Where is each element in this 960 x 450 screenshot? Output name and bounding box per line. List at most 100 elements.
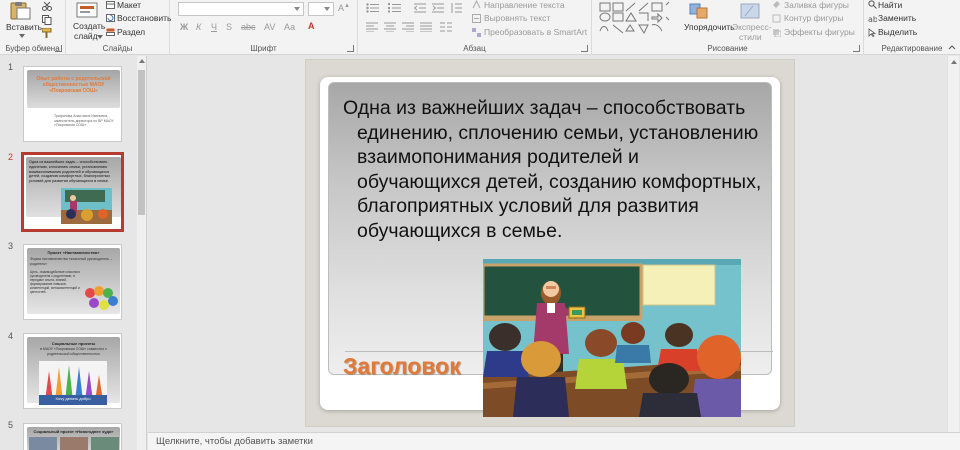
select-icon: [868, 28, 877, 37]
layout-button[interactable]: Макет: [117, 0, 141, 10]
collapse-ribbon-icon[interactable]: [948, 44, 956, 50]
quick-styles-icon: [740, 3, 760, 19]
editing-group-label: Редактирование: [881, 44, 943, 53]
cut-icon[interactable]: [42, 2, 52, 11]
thumbnail-number: 4: [8, 331, 14, 341]
dialog-launcher-icon[interactable]: [347, 45, 354, 52]
shape-effects-button[interactable]: Эффекты фигуры: [784, 27, 855, 37]
shadow-button[interactable]: S: [226, 22, 232, 32]
justify-icon[interactable]: [420, 22, 432, 32]
slides-group: Создать слайд Макет Восстановить Раздел …: [66, 0, 171, 55]
slide-thumbnail-2[interactable]: Одна из важнейших задач – способствовать…: [21, 152, 124, 232]
thumbnail-title-box: Опыт работы с родительской общественност…: [27, 70, 120, 108]
shape-fill-icon: [773, 1, 780, 8]
smartart-button[interactable]: Преобразовать в SmartArt: [484, 27, 587, 37]
svg-text:ab: ab: [868, 15, 877, 23]
decrease-indent-icon[interactable]: [414, 3, 426, 13]
shape-outline-button[interactable]: Контур фигуры: [784, 13, 843, 23]
italic-button[interactable]: К: [196, 22, 201, 32]
shapes-gallery[interactable]: [598, 1, 672, 37]
shapes-gallery-icon: [599, 1, 670, 35]
copy-icon[interactable]: [42, 15, 52, 25]
replace-button[interactable]: Заменить: [878, 13, 916, 23]
font-name-combo[interactable]: [178, 2, 304, 16]
thumbnail-title: Социальный проект «Новогоднее чудо»: [33, 429, 114, 434]
drawing-group: Упорядочить Экспресс- стили Заливка фигу…: [592, 0, 864, 55]
thumbnail-text: Одна из важнейших задач – способствовать…: [29, 160, 111, 184]
smartart-icon: [472, 28, 481, 37]
increase-font-icon[interactable]: A▲: [338, 3, 350, 13]
thumbnail-number: 5: [8, 420, 14, 430]
quick-styles-button[interactable]: Экспресс-: [732, 22, 772, 32]
text-direction-button[interactable]: Направление текста: [484, 0, 565, 10]
align-center-icon[interactable]: [384, 22, 396, 32]
slide-title-placeholder[interactable]: Заголовок: [343, 353, 461, 380]
columns-icon[interactable]: [440, 22, 452, 32]
dialog-launcher-icon[interactable]: [55, 45, 62, 52]
editing-group: Найти ab Заменить Выделить Редактировани…: [864, 0, 960, 55]
bold-button[interactable]: Ж: [180, 22, 188, 32]
slide-thumbnail-4[interactable]: Социальные проекты в МАОУ «Покровская СО…: [23, 333, 122, 409]
quick-styles-button-line2[interactable]: стили: [739, 32, 762, 42]
align-right-icon[interactable]: [402, 22, 414, 32]
numbering-icon[interactable]: [388, 3, 402, 13]
arrange-icon: [689, 3, 708, 19]
bullets-icon[interactable]: [366, 3, 380, 13]
slide-thumbnail-3[interactable]: Проект «Наставничество» Форма наставниче…: [23, 244, 122, 320]
shape-fill-button[interactable]: Заливка фигуры: [784, 0, 849, 10]
thumbnails-scrollbar[interactable]: [137, 56, 146, 450]
font-color-icon[interactable]: A: [308, 21, 315, 31]
thumbnail-number: 3: [8, 241, 14, 251]
new-slide-button[interactable]: Создать: [73, 21, 105, 31]
thumbnail-caption: Хочу делать добро: [55, 396, 91, 401]
thumbnail-photo: [29, 437, 119, 450]
slide-body-text[interactable]: Одна из важнейших задач – способствовать…: [343, 96, 768, 243]
slide-thumbnail-1[interactable]: Опыт работы с родительской общественност…: [23, 66, 122, 142]
chevron-down-icon[interactable]: [19, 34, 25, 38]
notes-placeholder[interactable]: Щелкните, чтобы добавить заметки: [156, 436, 313, 447]
reset-icon: [106, 14, 115, 22]
underline-button[interactable]: Ч: [211, 22, 217, 32]
paste-button[interactable]: Вставить: [6, 22, 42, 32]
strikethrough-icon[interactable]: abc: [241, 22, 256, 32]
increase-indent-icon[interactable]: [432, 3, 444, 13]
scrollbar-thumb[interactable]: [138, 70, 145, 215]
reset-button[interactable]: Восстановить: [117, 13, 171, 23]
format-painter-icon[interactable]: [42, 28, 52, 38]
slide-canvas[interactable]: Одна из важнейших задач – способствовать…: [320, 77, 780, 417]
font-group: A▲ Ж К Ч S abc AV Аа A Шрифт: [170, 0, 358, 55]
paste-icon[interactable]: [8, 2, 32, 20]
new-slide-icon[interactable]: [76, 2, 98, 18]
dialog-launcher-icon[interactable]: [853, 45, 860, 52]
chevron-down-icon[interactable]: [97, 35, 103, 39]
classroom-image[interactable]: [483, 259, 741, 417]
notes-pane[interactable]: Щелкните, чтобы добавить заметки: [148, 432, 960, 450]
font-size-combo[interactable]: [308, 2, 334, 16]
dialog-launcher-icon[interactable]: [581, 45, 588, 52]
thumbnail-number: 2: [8, 152, 14, 162]
scroll-up-icon[interactable]: [951, 60, 957, 64]
thumbnail-subtitle: в МАОУ «Покровская СОШ» совместно с роди…: [40, 347, 107, 356]
change-case-button[interactable]: Аа: [284, 22, 295, 32]
new-slide-button-line2[interactable]: слайд: [74, 31, 98, 41]
editor-vertical-scrollbar[interactable]: [947, 56, 959, 432]
char-spacing-icon[interactable]: AV: [264, 22, 275, 32]
thumbnail-classroom-image: [61, 188, 112, 224]
select-button[interactable]: Выделить: [878, 27, 917, 37]
align-text-button[interactable]: Выровнять текст: [484, 13, 550, 23]
search-icon: [868, 0, 877, 9]
section-button[interactable]: Раздел: [117, 27, 145, 37]
slide-thumbnail-5[interactable]: Социальный проект «Новогоднее чудо»: [23, 423, 122, 450]
slides-group-label: Слайды: [102, 44, 133, 53]
font-group-label: Шрифт: [250, 44, 277, 53]
paragraph-group: Направление текста Выровнять текст Преоб…: [358, 0, 592, 55]
scroll-up-icon[interactable]: [139, 59, 145, 63]
thumbnail-title: Социальные проекты: [51, 341, 96, 346]
line-spacing-icon[interactable]: [450, 3, 462, 13]
find-button[interactable]: Найти: [878, 0, 902, 10]
replace-icon: ab: [868, 15, 877, 23]
thumbnail-text: Цель - взаимодействие классного руководи…: [30, 270, 81, 294]
arrange-button[interactable]: Упорядочить: [684, 22, 735, 32]
thumbnail-subtitle: Трифонова Анастасия Ивановна, заместител…: [54, 114, 114, 127]
align-left-icon[interactable]: [366, 22, 378, 32]
